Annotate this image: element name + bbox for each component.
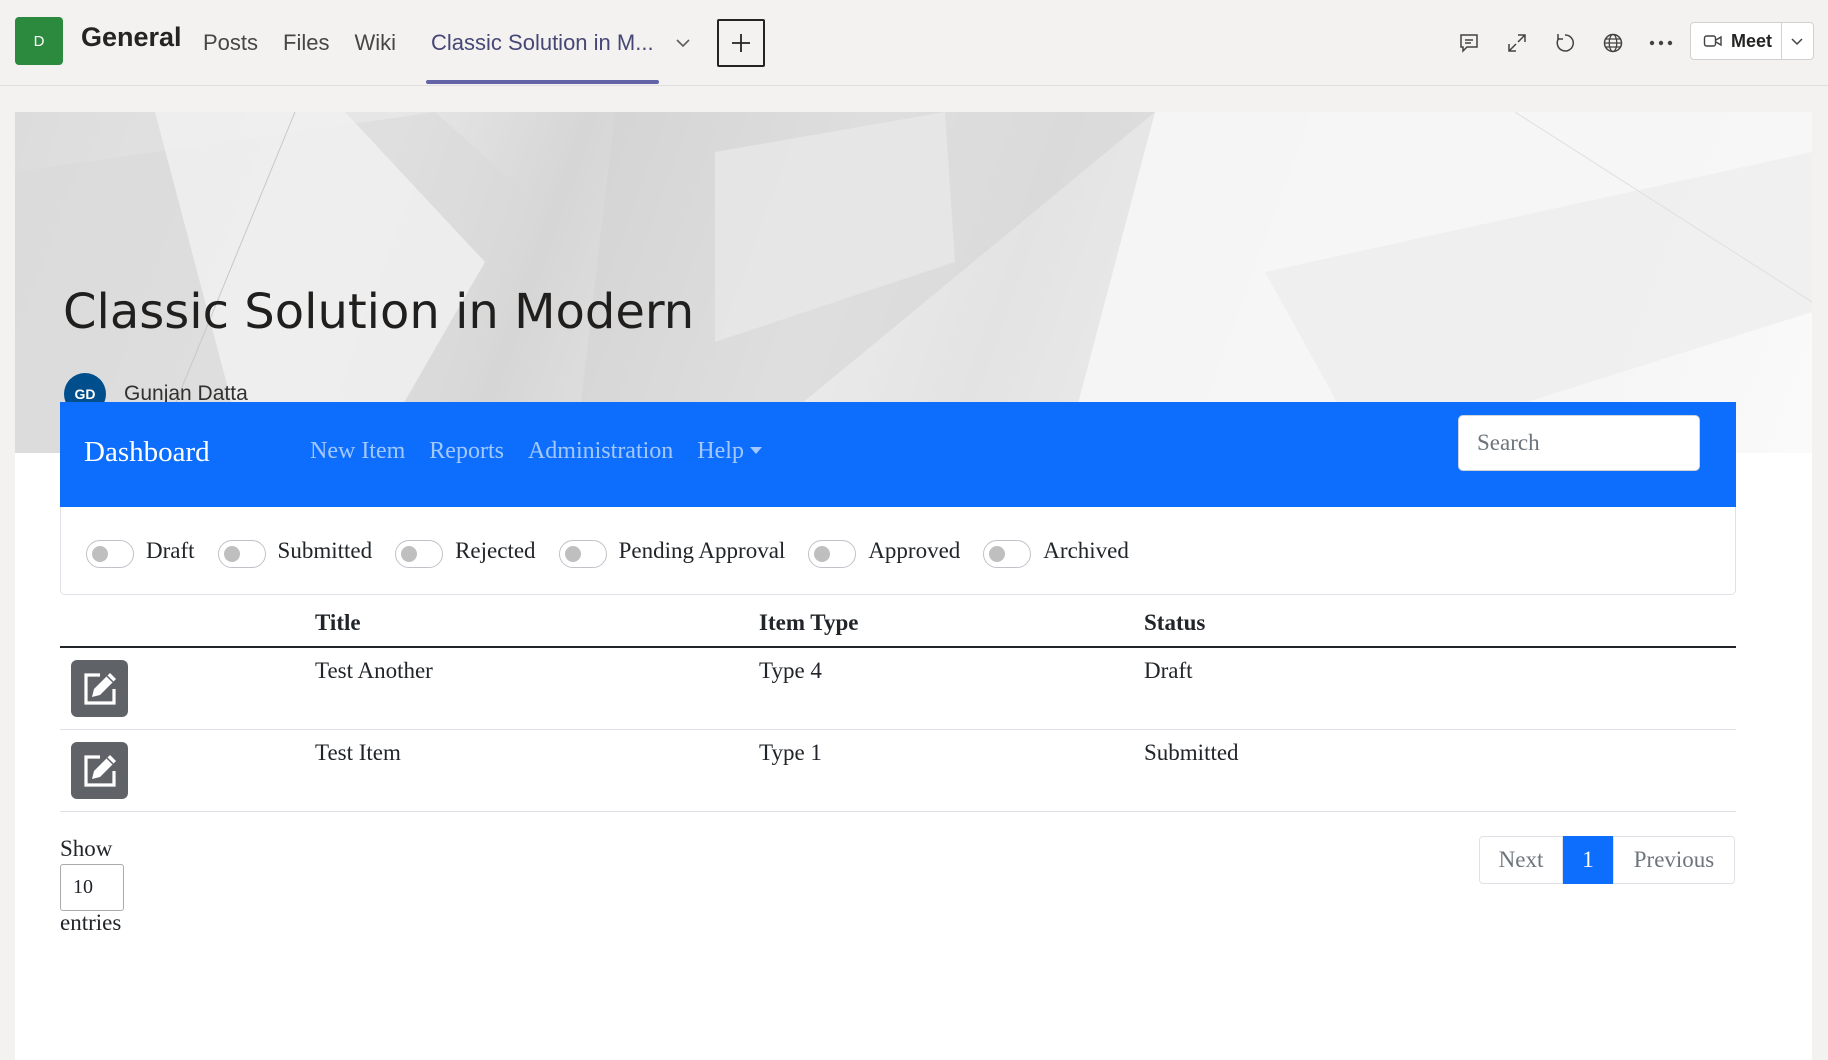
table-header: Title Item Type Status [60,600,1736,648]
tab-options-chevron-icon[interactable] [669,0,697,86]
filter-pending-approval[interactable]: Pending Approval [558,537,786,568]
filter-label: Submitted [277,537,373,563]
cell-item-type: Type 4 [759,658,822,683]
help-label: Help [697,438,744,464]
filter-archived[interactable]: Archived [983,537,1129,568]
toggle-switch[interactable] [808,539,857,568]
nav-dropdown-help[interactable]: Help [697,438,762,465]
teams-header: D General Posts Files Wiki Classic Solut… [0,0,1828,86]
table-row: Test Item Type 1 Submitted [60,730,1736,812]
toggle-switch[interactable] [558,539,607,568]
filter-label: Draft [146,537,195,563]
cell-title: Test Item [315,740,401,765]
nav-link-new-item[interactable]: New Item [310,438,405,465]
page-title: Classic Solution in Modern [63,284,695,340]
plus-icon [731,34,750,52]
cell-item-type: Type 1 [759,740,822,765]
column-header-item-type[interactable]: Item Type [759,610,858,636]
filter-label: Pending Approval [618,537,786,563]
previous-page-button[interactable]: Previous [1613,836,1735,884]
header-actions [1445,21,1685,65]
show-label: Show [60,836,113,861]
cell-status: Draft [1144,658,1193,683]
navbar-links: New Item Reports Administration Help [310,438,786,465]
edit-icon[interactable] [71,742,128,799]
more-options-icon[interactable] [1637,21,1685,65]
meet-dropdown-chevron-icon[interactable] [1782,23,1813,59]
channel-tabs: Posts Files Wiki Classic Solution in M..… [203,0,765,86]
nav-link-administration[interactable]: Administration [528,438,673,465]
meet-split-button: Meet [1690,22,1814,60]
refresh-icon[interactable] [1541,21,1589,65]
nav-link-reports[interactable]: Reports [429,438,504,465]
toggle-switch[interactable] [395,539,444,568]
toggle-switch[interactable] [217,539,266,568]
add-tab-button[interactable] [716,19,765,67]
toggle-switch[interactable] [86,539,134,568]
items-table: Title Item Type Status Test Another Type… [60,600,1736,812]
edit-icon[interactable] [71,660,128,717]
expand-icon[interactable] [1493,21,1541,65]
toggle-switch[interactable] [983,539,1032,568]
filter-label: Rejected [455,537,536,563]
pagination: Next 1 Previous [1479,836,1735,884]
column-header-status[interactable]: Status [1144,610,1205,636]
current-page-button[interactable]: 1 [1563,836,1613,884]
filter-label: Archived [1043,537,1129,563]
cell-status: Submitted [1144,740,1239,765]
chat-icon[interactable] [1445,21,1493,65]
search-input[interactable] [1458,415,1700,471]
tab-classic-solution[interactable]: Classic Solution in M... [426,0,659,86]
meet-label: Meet [1731,30,1773,51]
page-size-select[interactable]: 10 [60,864,124,911]
filter-draft[interactable]: Draft [86,537,195,568]
status-filters: Draft Submitted Rejected Pending Approva… [60,507,1736,595]
column-header-title[interactable]: Title [315,610,361,636]
tab-files[interactable]: Files [283,0,329,86]
filter-label: Approved [868,537,961,563]
filter-rejected[interactable]: Rejected [395,537,536,568]
cell-title: Test Another [315,658,433,683]
globe-icon[interactable] [1589,21,1637,65]
caret-down-icon [749,447,762,454]
meet-button[interactable]: Meet [1691,23,1782,59]
dashboard-navbar: Dashboard New Item Reports Administratio… [60,402,1736,507]
filter-approved[interactable]: Approved [808,537,961,568]
next-page-button[interactable]: Next [1479,836,1563,884]
filter-submitted[interactable]: Submitted [217,537,373,568]
entries-label: entries [60,910,122,935]
video-icon [1703,35,1722,47]
tab-posts[interactable]: Posts [203,0,258,86]
team-avatar[interactable]: D [15,17,63,65]
tab-wiki[interactable]: Wiki [354,0,396,86]
channel-name: General [81,22,182,52]
navbar-brand-dashboard[interactable]: Dashboard [84,436,210,469]
table-row: Test Another Type 4 Draft [60,648,1736,730]
